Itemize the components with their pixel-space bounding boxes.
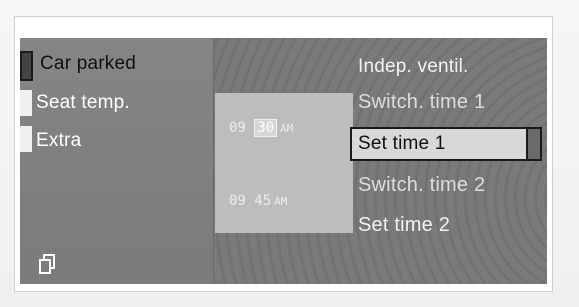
left-selection-marker [20,51,33,81]
copy-icon[interactable] [38,253,56,275]
menu-item-switch-time-2[interactable]: Switch. time 2 [358,174,485,197]
switch-time-2-value: 09 45 AM [229,193,287,209]
pane-divider [213,38,214,284]
menu-item-car-parked[interactable]: Car parked [40,53,136,75]
menu-item-set-time-1[interactable]: Set time 1 [358,133,446,155]
selection-cap [526,129,540,159]
switch-time-1-value: 09 30 AM [229,119,293,137]
menu-item-switch-time-1[interactable]: Switch. time 1 [358,91,485,114]
time-display-box [215,93,353,233]
time-1-minute[interactable]: 30 [254,119,278,137]
right-menu-title: Indep. ventil. [358,56,469,77]
time-1-hour: 09 [229,120,246,136]
time-2-minute: 45 [254,193,272,209]
infotainment-screen: Car parked Seat temp. Extra 09 30 AM 09 4… [20,38,547,284]
left-tab-extra [20,126,32,152]
time-2-ampm: AM [274,195,288,208]
left-tab-seat-temp [20,90,32,116]
time-1-ampm: AM [280,122,294,135]
menu-item-set-time-2[interactable]: Set time 2 [358,214,450,237]
menu-item-extra[interactable]: Extra [36,130,81,152]
time-2-hour: 09 [229,193,246,209]
menu-item-seat-temp[interactable]: Seat temp. [36,92,130,114]
